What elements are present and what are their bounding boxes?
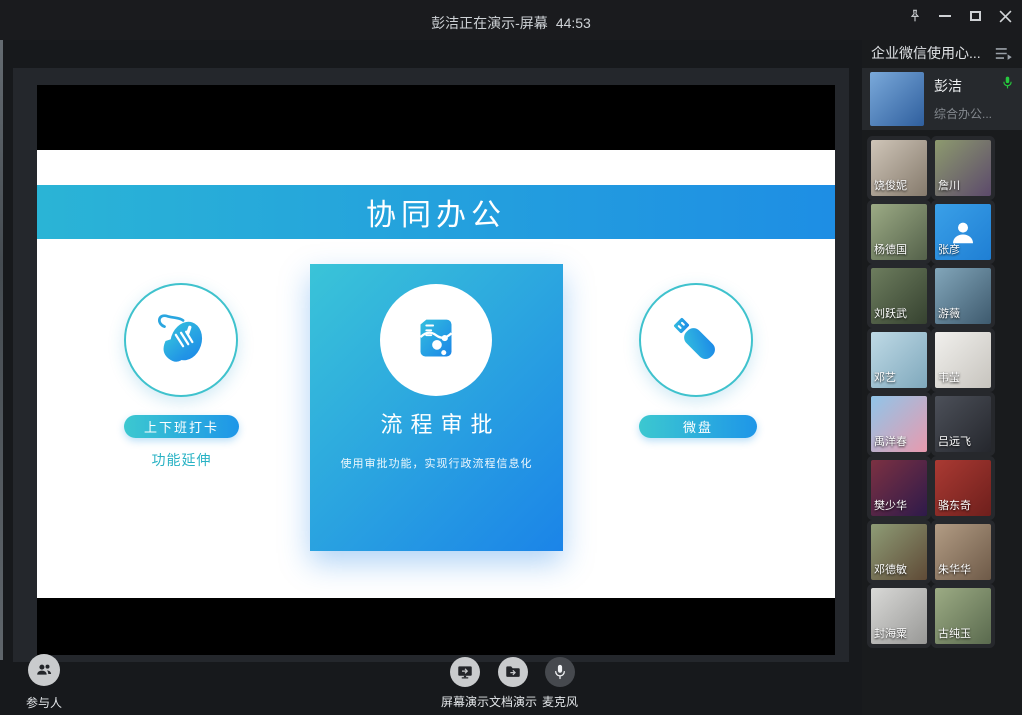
presentation-panel: 协同办公 上下班打卡 功能延伸 [13, 68, 849, 662]
close-icon [999, 10, 1012, 23]
participant-grid: 饶俊妮 詹川 杨德国 张彦 [871, 140, 991, 644]
feature-caption: 功能延伸 [124, 450, 239, 470]
presenter-department: 综合办公... [934, 105, 992, 122]
mic-label: 麦克风 [537, 693, 583, 710]
participant-tile[interactable]: 游薇 [935, 268, 991, 324]
participant-tile[interactable]: 韦莹 [935, 332, 991, 388]
participant-name: 朱华华 [938, 561, 971, 577]
presenting-text: 彭洁正在演示-屏幕 [431, 15, 548, 31]
participant-tile[interactable]: 禹洋春 [871, 396, 927, 452]
maximize-icon [970, 11, 981, 21]
participant-name: 张彦 [938, 241, 960, 257]
participant-name: 邓德敏 [874, 561, 907, 577]
meeting-timer: 44:53 [556, 15, 591, 31]
participant-name: 韦莹 [938, 369, 960, 385]
wedisk-feature-circle [639, 283, 753, 397]
maximize-button[interactable] [962, 5, 988, 27]
presenter-info: 彭洁 综合办公... [934, 76, 992, 122]
doc-share-icon [504, 663, 522, 681]
participant-tile[interactable]: 詹川 [935, 140, 991, 196]
participant-name: 古纯玉 [938, 625, 971, 641]
usb-drive-icon [664, 308, 728, 372]
minimize-icon [939, 15, 951, 17]
participant-name: 禹洋春 [874, 433, 907, 449]
shared-screen-area: 协同办公 上下班打卡 功能延伸 [0, 40, 862, 715]
screen-share-icon [456, 663, 474, 681]
participant-tile[interactable]: 杨德国 [871, 204, 927, 260]
participant-tile[interactable]: 古纯玉 [935, 588, 991, 644]
participant-name: 游薇 [938, 305, 960, 321]
banner-dash-right [526, 210, 572, 214]
list-collapse-icon[interactable] [994, 45, 1014, 62]
participant-name: 刘跃武 [874, 305, 907, 321]
approval-icon-circle [380, 284, 492, 396]
participants-button[interactable] [28, 654, 60, 686]
minimize-button[interactable] [932, 5, 958, 27]
participant-tile[interactable]: 邓艺 [871, 332, 927, 388]
participants-label: 参与人 [12, 694, 76, 711]
participant-name: 骆东奇 [938, 497, 971, 513]
participant-tile[interactable]: 张彦 [935, 204, 991, 260]
close-button[interactable] [992, 5, 1018, 27]
participant-name: 邓艺 [874, 369, 896, 385]
participant-name: 饶俊妮 [874, 177, 907, 193]
presentation-slide: 协同办公 上下班打卡 功能延伸 [37, 85, 835, 655]
meeting-title: 企业微信使用心... [871, 43, 994, 63]
clock-in-button: 上下班打卡 [124, 415, 239, 438]
presenter-avatar [870, 72, 924, 126]
participant-name: 杨德国 [874, 241, 907, 257]
participant-tile[interactable]: 饶俊妮 [871, 140, 927, 196]
slide-banner: 协同办公 [37, 185, 835, 239]
sidebar-header: 企业微信使用心... [862, 40, 1022, 66]
titlebar: 彭洁正在演示-屏幕 44:53 [0, 0, 1022, 40]
doc-share-label: 文档演示 [481, 693, 545, 710]
screen-share-button[interactable] [450, 657, 480, 687]
pin-icon [907, 8, 923, 24]
participant-name: 封海粟 [874, 625, 907, 641]
beaker-icon [405, 309, 467, 371]
participant-name: 詹川 [938, 177, 960, 193]
participant-name: 吕远飞 [938, 433, 971, 449]
wedisk-button: 微盘 [639, 415, 757, 438]
mic-on-icon [1000, 75, 1015, 90]
participant-name: 樊少华 [874, 497, 907, 513]
clock-in-feature-circle [124, 283, 238, 397]
participant-tile[interactable]: 邓德敏 [871, 524, 927, 580]
slide-letterbox-bottom [37, 598, 835, 655]
participant-tile[interactable]: 吕远飞 [935, 396, 991, 452]
window-controls [902, 5, 1018, 27]
mic-icon [551, 663, 569, 681]
mouse-click-icon [148, 307, 214, 373]
participants-sidebar: 企业微信使用心... 彭洁 综合办公... 饶俊妮 [862, 40, 1022, 715]
approval-title: 流程审批 [310, 407, 563, 439]
mic-button[interactable] [545, 657, 575, 687]
presenter-tile[interactable]: 彭洁 综合办公... [862, 68, 1022, 130]
doc-share-button[interactable] [498, 657, 528, 687]
participant-tile[interactable]: 刘跃武 [871, 268, 927, 324]
participant-tile[interactable]: 封海粟 [871, 588, 927, 644]
approval-feature-card: 流程审批 使用审批功能，实现行政流程信息化 [310, 264, 563, 551]
pin-button[interactable] [902, 5, 928, 27]
presenting-status: 彭洁正在演示-屏幕 44:53 [0, 13, 1022, 33]
banner-dash-left [300, 210, 346, 214]
people-icon [34, 660, 54, 680]
approval-subtitle: 使用审批功能，实现行政流程信息化 [310, 455, 563, 471]
participant-tile[interactable]: 朱华华 [935, 524, 991, 580]
participant-tile[interactable]: 樊少华 [871, 460, 927, 516]
presenter-name: 彭洁 [934, 76, 992, 96]
participant-tile[interactable]: 骆东奇 [935, 460, 991, 516]
slide-title: 协同办公 [366, 190, 506, 234]
